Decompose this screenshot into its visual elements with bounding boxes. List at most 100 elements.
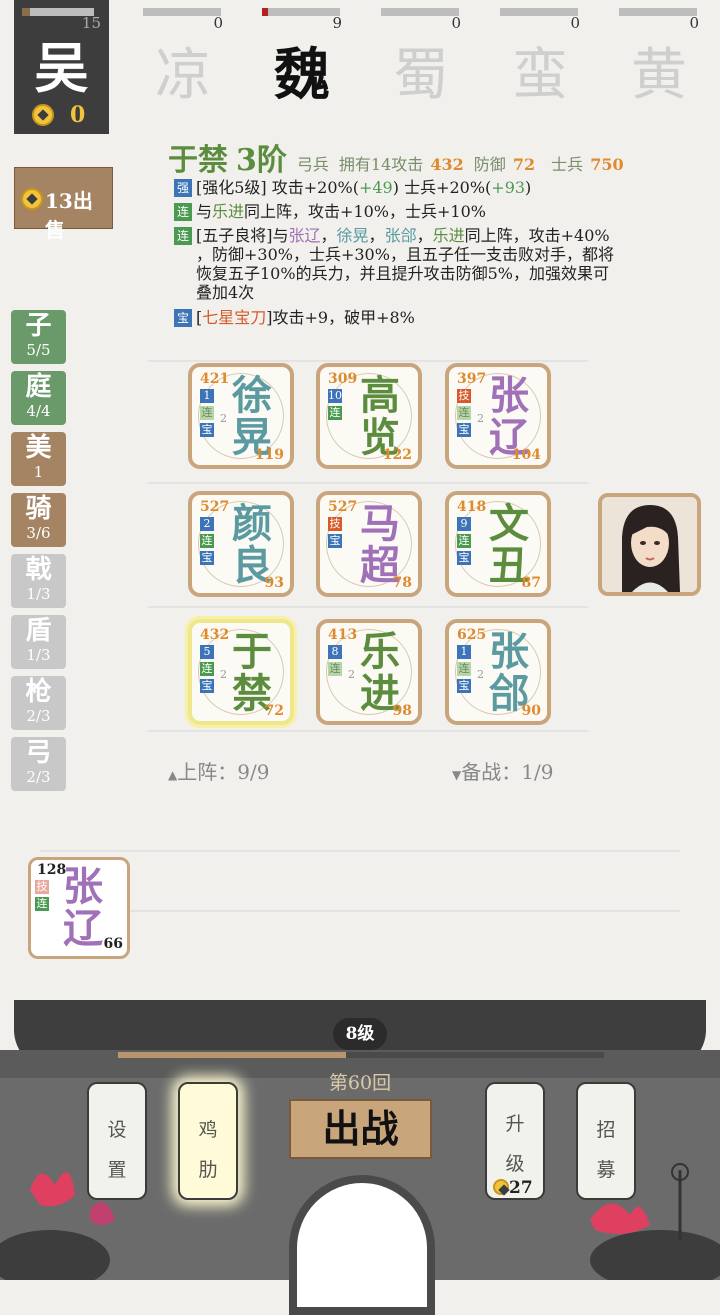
card-def: 87 [521, 575, 541, 591]
hero-troops: 750 [590, 155, 624, 174]
star-badge: 2 [200, 517, 214, 531]
def-label: 防御 [473, 155, 506, 174]
link-tag: 连 [174, 227, 192, 245]
faction-name: 蛮 [512, 43, 568, 108]
deployed-count: ▲上阵：9/9 [168, 760, 270, 784]
upgrade-button[interactable]: 升级 27 [485, 1082, 545, 1200]
hero-card[interactable]: 413 8连 2 乐进 98 [316, 619, 422, 725]
link-tag: 连 [174, 203, 192, 221]
hero-info-header: 于禁 3阶 弓兵 拥有14攻击 432 防御 72 士兵 750 [168, 135, 624, 179]
coin-icon [493, 1179, 509, 1195]
hero-card[interactable]: 309 10 连 高览 122 [316, 363, 422, 469]
star-badge: 10 [328, 389, 342, 403]
bench-hero-card[interactable]: 128 技连 张辽 66 [28, 857, 130, 959]
card-def: 98 [392, 703, 412, 719]
hero-card[interactable]: 527 2连宝 颜良 93 [188, 491, 294, 597]
round-counter: 第60回 [328, 1072, 392, 1094]
star-badge: 1 [457, 645, 471, 659]
hero-card[interactable]: 527 技宝 马超 78 [316, 491, 422, 597]
faction-name: 蜀 [393, 43, 449, 108]
hero-name: 于禁 [168, 143, 228, 178]
advisor-portrait-image [602, 497, 697, 592]
tier-mei[interactable]: 美1 [11, 432, 66, 486]
faction-tab-huang[interactable]: 0 黄 [619, 0, 699, 108]
treasure-badge: 宝 [457, 423, 471, 437]
faction-tab-wei[interactable]: 9 魏 [262, 0, 342, 108]
skill-line-enhance: 强 [强化5级] 攻击+20%(+49) 士兵+20%(+93) [174, 174, 531, 198]
card-def: 93 [264, 575, 284, 591]
hero-owned: 拥有14 [338, 155, 392, 174]
treasure-badge: 宝 [200, 679, 214, 693]
card-def: 104 [511, 447, 541, 463]
faction-selected[interactable]: 15 吴 0 [14, 0, 109, 134]
chicken-rib-button[interactable]: 鸡肋 [178, 1082, 238, 1200]
link-badge: 连 [35, 897, 49, 911]
hero-card[interactable]: 421 1连宝 2 徐晃 119 [188, 363, 294, 469]
faction-name: 魏 [274, 42, 330, 108]
gate-arch [289, 1175, 435, 1315]
link-badge: 连 [200, 406, 214, 420]
link-badge: 连 [457, 534, 471, 548]
tier-dun[interactable]: 盾 1/3 [11, 615, 66, 669]
tier-gong[interactable]: 弓 2/3 [11, 737, 66, 791]
card-def: 78 [392, 575, 412, 591]
skill-line-link-1: 连与乐进同上阵，攻击+10%，士兵+10% [174, 198, 486, 222]
faction-progress-bar [262, 8, 340, 16]
skill-line-treasure: 宝 [七星宝刀]攻击+9，破甲+8% [174, 304, 415, 328]
faction-progress-bar [619, 8, 697, 16]
advisor-portrait[interactable] [598, 493, 701, 596]
faction-progress-bar [500, 8, 578, 16]
hero-card[interactable]: 397 技连宝 2 张辽 104 [445, 363, 551, 469]
troops-label: 士兵 [551, 155, 584, 174]
triangle-down-icon: ▼ [452, 768, 462, 782]
card-def: 72 [264, 703, 284, 719]
star-badge: 1 [200, 389, 214, 403]
sell-button[interactable]: 13出售 [14, 167, 113, 242]
faction-tab-liang[interactable]: 0 凉 [143, 0, 223, 108]
upgrade-cost: 27 [493, 1176, 533, 1198]
coin-icon [32, 104, 54, 126]
tier-qi[interactable]: 骑 3/6 [11, 493, 66, 547]
tier-zi[interactable]: 子 5/5 [11, 310, 66, 364]
chicken-rib-label: 鸡肋 [198, 1119, 218, 1181]
star-badge: 5 [200, 645, 214, 659]
upgrade-label: 升级 [505, 1113, 525, 1175]
skill-line-link-2-cont2: 恢复五子10%的兵力，并且提升攻击防御5%，加强效果可 [196, 264, 609, 283]
card-def: 122 [382, 447, 412, 463]
hero-type: 弓兵 [296, 155, 329, 174]
card-def: 66 [103, 936, 123, 952]
treasure-badge: 宝 [200, 551, 214, 565]
lotus-left-decoration [0, 1172, 115, 1280]
treasure-badge: 宝 [200, 423, 214, 437]
tier-qiang[interactable]: 枪 2/3 [11, 676, 66, 730]
link-badge: 连 [457, 662, 471, 676]
faction-progress-bar [143, 8, 221, 16]
card-name: 张辽 [63, 863, 103, 952]
tier-ji[interactable]: 戟 1/3 [11, 554, 66, 608]
bench-count: ▼备战：1/9 [452, 760, 554, 784]
faction-name: 凉 [155, 43, 211, 108]
treasure-badge: 宝 [328, 534, 342, 548]
treasure-tag: 宝 [174, 309, 192, 327]
faction-tab-man[interactable]: 0 蛮 [500, 0, 580, 108]
card-def: 119 [254, 447, 284, 463]
link-badge: 连 [328, 406, 342, 420]
star-badge: 8 [328, 645, 342, 659]
fight-button[interactable]: 出战 [289, 1099, 432, 1159]
hero-card-selected[interactable]: 432 5连宝 2 于禁 72 [188, 619, 294, 725]
card-def: 90 [521, 703, 541, 719]
hero-card[interactable]: 418 9连宝 文丑 87 [445, 491, 551, 597]
tier-ting[interactable]: 庭 4/4 [11, 371, 66, 425]
level-progress-bar [118, 1052, 604, 1058]
link-badge: 连 [328, 662, 342, 676]
faction-tab-shu[interactable]: 0 蜀 [381, 0, 461, 108]
hero-rank: 3阶 [236, 143, 287, 178]
faction-name: 吴 [34, 36, 89, 100]
hero-card[interactable]: 625 1连宝 2 张郃 90 [445, 619, 551, 725]
triangle-up-icon: ▲ [168, 768, 178, 782]
hero-def: 72 [512, 155, 536, 174]
star-badge: 9 [457, 517, 471, 531]
skill-badge: 技 [457, 389, 471, 403]
coin-value: 0 [70, 102, 86, 128]
faction-name: 黄 [631, 43, 687, 108]
